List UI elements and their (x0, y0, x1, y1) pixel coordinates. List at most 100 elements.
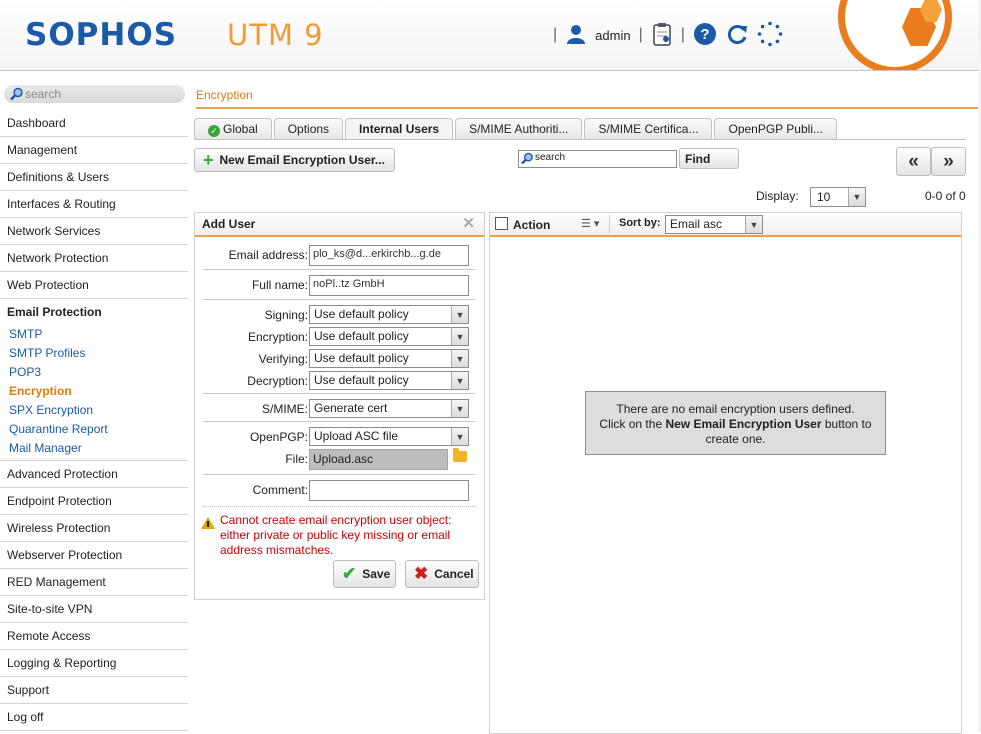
empty-line-1: There are no email encryption users defi… (616, 402, 855, 416)
verifying-label: Verifying: (258, 352, 308, 366)
openpgp-select[interactable]: Upload ASC file ▼ (309, 427, 469, 446)
list-menu-icon[interactable]: ☰ ▾ (581, 217, 599, 230)
brand-logo-text: SOPHOS (25, 17, 178, 53)
sidebar-item-network-protection[interactable]: Network Protection (0, 245, 188, 272)
fullname-value: noPl..tz GmbH (313, 278, 385, 290)
close-icon[interactable]: ✕ (462, 213, 475, 235)
chevron-down-icon: ▼ (745, 216, 762, 233)
sidebar-item-advanced-protection[interactable]: Advanced Protection (0, 461, 188, 488)
sidebar-subitem-encryption[interactable]: Encryption (0, 382, 188, 401)
sidebar-item-definitions-users[interactable]: Definitions & Users (0, 164, 188, 191)
chevron-down-icon: ▼ (848, 188, 865, 206)
sidebar-item-dashboard[interactable]: Dashboard (0, 110, 188, 137)
clipboard-icon[interactable] (651, 22, 673, 49)
fullname-row: Full name: noPl..tz GmbH (195, 275, 484, 297)
sidebar-item-email-protection[interactable]: Email Protection (0, 299, 188, 325)
sort-value: Email asc (670, 217, 723, 231)
save-label: Save (362, 567, 391, 581)
plus-icon: + (203, 150, 214, 170)
loading-spinner-icon (757, 21, 783, 50)
tab-smime-authorities[interactable]: S/MIME Authoriti... (455, 118, 583, 140)
divider (609, 215, 610, 233)
email-row: Email address: plo_ks@d...erkirchb...g.d… (195, 245, 484, 267)
tab-options[interactable]: Options (273, 118, 344, 140)
svg-text:?: ? (700, 26, 709, 43)
fullname-field[interactable]: noPl..tz GmbH (309, 275, 469, 296)
sidebar-item-remote-access[interactable]: Remote Access (0, 623, 188, 650)
email-field[interactable]: plo_ks@d...erkirchb...g.de (309, 245, 469, 266)
sidebar-item-network-services[interactable]: Network Services (0, 218, 188, 245)
sidebar-subitem-quarantine-report[interactable]: Quarantine Report (0, 420, 188, 439)
sidebar-subitem-pop3[interactable]: POP3 (0, 363, 188, 382)
empty-line-2-bold: New Email Encryption User (665, 417, 822, 431)
decryption-select[interactable]: Use default policy ▼ (309, 371, 469, 390)
users-list-panel: Action ☰ ▾ Sort by: Email asc ▼ There ar… (489, 212, 962, 734)
sidebar-item-logging-reporting[interactable]: Logging & Reporting (0, 650, 188, 677)
select-all-checkbox[interactable] (495, 217, 508, 230)
sort-select[interactable]: Email asc ▼ (665, 215, 763, 234)
encryption-select[interactable]: Use default policy ▼ (309, 327, 469, 346)
save-button[interactable]: ✔ Save (333, 560, 396, 588)
next-page-button[interactable]: » (931, 147, 966, 176)
username-link[interactable]: admin (595, 28, 630, 43)
sidebar-subitem-smtp[interactable]: SMTP (0, 325, 188, 344)
sidebar-subitem-spx-encryption[interactable]: SPX Encryption (0, 401, 188, 420)
sidebar-item-endpoint-protection[interactable]: Endpoint Protection (0, 488, 188, 515)
list-toolbar: Action ☰ ▾ Sort by: Email asc ▼ (490, 213, 961, 237)
chevron-down-icon: ▼ (451, 400, 468, 417)
file-field[interactable]: Upload.asc (309, 449, 448, 470)
signing-select[interactable]: Use default policy ▼ (309, 305, 469, 324)
tab-bar: ✓ Global Options Internal Users S/MIME Au… (194, 118, 837, 140)
separator: | (680, 26, 685, 43)
help-icon[interactable]: ? (693, 22, 717, 49)
sidebar-item-support[interactable]: Support (0, 677, 188, 704)
refresh-icon[interactable] (725, 22, 749, 49)
sidebar-item-red-management[interactable]: RED Management (0, 569, 188, 596)
result-counter: 0-0 of 0 (925, 189, 966, 203)
tab-internal-users[interactable]: Internal Users (345, 118, 454, 140)
user-icon[interactable] (565, 23, 587, 48)
empty-line-2-post: button to (824, 417, 872, 431)
sidebar-subitem-mail-manager[interactable]: Mail Manager (0, 439, 188, 458)
encryption-row: Encryption: Use default policy ▼ (195, 327, 484, 349)
tab-smime-certificates[interactable]: S/MIME Certifica... (584, 118, 713, 140)
smime-label: S/MIME: (261, 402, 308, 416)
chevron-down-icon: ▼ (451, 306, 468, 323)
sidebar-item-wireless-protection[interactable]: Wireless Protection (0, 515, 188, 542)
tab-openpgp-public-keys[interactable]: OpenPGP Publi... (714, 118, 837, 140)
folder-open-icon[interactable] (453, 448, 467, 462)
openpgp-label: OpenPGP: (249, 430, 308, 444)
list-search-placeholder: search (535, 152, 566, 163)
smime-select[interactable]: Generate cert ▼ (309, 399, 469, 418)
verifying-value: Use default policy (314, 351, 409, 365)
file-label: File: (285, 452, 308, 466)
sidebar-item-web-protection[interactable]: Web Protection (0, 272, 188, 299)
divider (203, 421, 475, 422)
display-count-select[interactable]: 10 ▼ (810, 187, 866, 207)
signing-row: Signing: Use default policy ▼ (195, 305, 484, 327)
chevron-down-icon: ▼ (451, 350, 468, 367)
sidebar-item-site-to-site-vpn[interactable]: Site-to-site VPN (0, 596, 188, 623)
find-button[interactable]: Find (679, 148, 739, 169)
sidebar-item-management[interactable]: Management (0, 137, 188, 164)
fullname-label: Full name: (251, 278, 308, 292)
tab-global[interactable]: ✓ Global (194, 118, 272, 140)
comment-label: Comment: (252, 483, 308, 497)
new-email-encryption-user-button[interactable]: + New Email Encryption User... (194, 148, 395, 172)
sidebar-item-log-off[interactable]: Log off (0, 704, 188, 731)
list-search-input[interactable]: search (518, 150, 677, 168)
sidebar: search Dashboard Management Definitions … (0, 80, 188, 732)
cancel-button[interactable]: ✖ Cancel (405, 560, 479, 588)
breadcrumb-divider (196, 107, 978, 109)
sidebar-search-input[interactable]: search (4, 85, 185, 103)
comment-field[interactable] (309, 480, 469, 501)
add-user-title: Add User (202, 217, 256, 231)
action-menu[interactable]: Action (513, 218, 550, 232)
sidebar-item-interfaces-routing[interactable]: Interfaces & Routing (0, 191, 188, 218)
sidebar-item-webserver-protection[interactable]: Webserver Protection (0, 542, 188, 569)
signing-label: Signing: (264, 308, 308, 322)
sidebar-subitem-smtp-profiles[interactable]: SMTP Profiles (0, 344, 188, 363)
warning-icon-mark (207, 521, 209, 527)
verifying-select[interactable]: Use default policy ▼ (309, 349, 469, 368)
previous-page-button[interactable]: « (896, 147, 931, 176)
